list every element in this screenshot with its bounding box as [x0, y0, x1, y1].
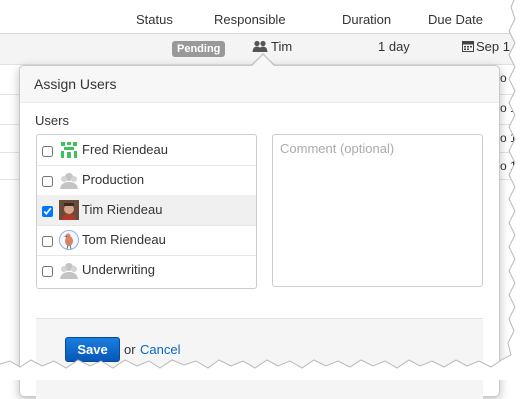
clipped-due-date: o 1: [500, 71, 517, 85]
bird-avatar-icon: [59, 230, 79, 250]
green-pattern-avatar-icon: [59, 140, 79, 160]
user-list[interactable]: Fred Riendeau Production Tim Riendeau To…: [36, 134, 257, 289]
clipped-due-date: o 1: [500, 131, 517, 145]
user-name: Fred Riendeau: [82, 142, 168, 157]
popover-footer: Save or Cancel: [36, 318, 483, 399]
popover-title: Assign Users: [34, 76, 117, 92]
due-date-cell[interactable]: Sep 1: [462, 39, 510, 54]
user-name: Tom Riendeau: [82, 232, 166, 247]
assign-users-popover: Assign Users Users Fred Riendeau Product…: [19, 65, 500, 399]
list-item[interactable]: Tom Riendeau: [37, 225, 256, 256]
popover-header: Assign Users: [20, 66, 499, 103]
group-icon: [60, 263, 78, 279]
list-item[interactable]: Tim Riendeau: [37, 195, 256, 226]
due-date-text: Sep 1: [476, 39, 510, 54]
users-label: Users: [35, 113, 69, 128]
group-icon: [60, 173, 78, 189]
user-checkbox[interactable]: [42, 176, 53, 187]
users-icon: [252, 40, 268, 52]
responsible-name: Tim: [271, 39, 293, 54]
status-column-header[interactable]: Status: [136, 12, 173, 27]
user-name: Underwriting: [82, 262, 155, 277]
calendar-icon: [462, 41, 474, 52]
due-date-column-header[interactable]: Due Date: [428, 12, 483, 27]
status-badge: Pending: [172, 41, 226, 57]
duration-column-header[interactable]: Duration: [342, 12, 391, 27]
user-name: Production: [82, 172, 145, 187]
user-name: Tim Riendeau: [82, 202, 163, 217]
user-checkbox[interactable]: [42, 146, 53, 157]
user-checkbox[interactable]: [42, 266, 53, 277]
cancel-link[interactable]: Cancel: [140, 342, 180, 357]
clipped-due-date: o 1: [500, 159, 517, 173]
list-item[interactable]: Production: [37, 165, 256, 196]
list-item[interactable]: Underwriting: [37, 255, 256, 285]
or-text: or: [124, 342, 136, 357]
comment-field[interactable]: [272, 134, 483, 287]
duration-cell: 1 day: [378, 39, 410, 54]
clipped-due-date: o 1: [500, 101, 517, 115]
save-button[interactable]: Save: [65, 337, 120, 362]
list-item[interactable]: Fred Riendeau: [37, 135, 256, 166]
responsible-cell[interactable]: Tim: [252, 39, 292, 54]
photo-avatar-icon: [59, 200, 79, 220]
popover-arrow-fill: [252, 55, 274, 66]
responsible-column-header[interactable]: Responsible: [214, 12, 286, 27]
user-checkbox[interactable]: [42, 206, 53, 217]
user-checkbox[interactable]: [42, 236, 53, 247]
